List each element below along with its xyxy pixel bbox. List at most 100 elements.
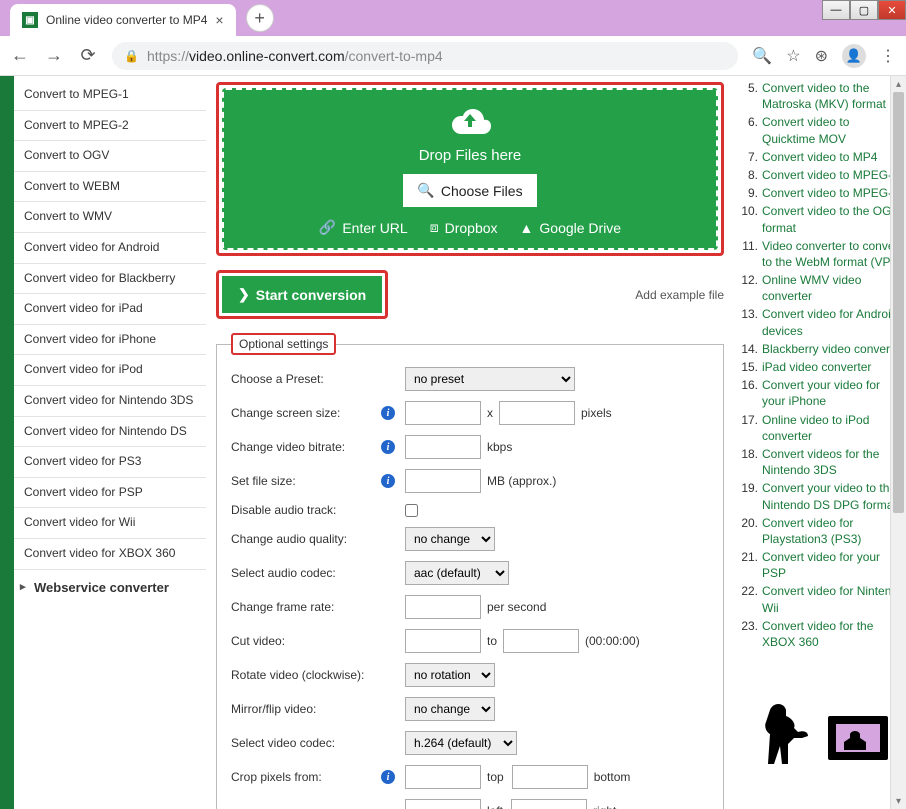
- scroll-up-icon[interactable]: ▴: [891, 76, 906, 92]
- main-content: Drop Files here 🔍 Choose Files 🔗Enter UR…: [206, 76, 734, 809]
- related-link[interactable]: Convert video to MP4: [762, 149, 877, 165]
- related-link-item: 15.iPad video converter: [740, 359, 906, 375]
- related-link-item: 19.Convert your video to the Nintendo DS…: [740, 480, 906, 512]
- related-link[interactable]: Convert video to MPEG-1: [762, 167, 899, 183]
- sidebar-item[interactable]: Convert video for Nintendo 3DS: [14, 386, 206, 417]
- bitrate-input[interactable]: [405, 435, 481, 459]
- related-link[interactable]: Convert video for the XBOX 360: [762, 618, 906, 650]
- info-icon[interactable]: i: [381, 406, 395, 420]
- sidebar-item[interactable]: Convert to MPEG-2: [14, 111, 206, 142]
- filesize-input[interactable]: [405, 469, 481, 493]
- related-link[interactable]: Convert videos for the Nintendo 3DS: [762, 446, 906, 478]
- google-drive-link[interactable]: ▲Google Drive: [520, 219, 622, 236]
- menu-icon[interactable]: ⋮: [880, 46, 896, 66]
- video-codec-select[interactable]: h.264 (default): [405, 731, 517, 755]
- info-icon[interactable]: i: [381, 440, 395, 454]
- related-link-item: 23.Convert video for the XBOX 360: [740, 618, 906, 650]
- scrollbar-thumb[interactable]: [893, 92, 904, 513]
- sidebar-item[interactable]: Convert video for PSP: [14, 478, 206, 509]
- height-input[interactable]: [499, 401, 575, 425]
- cut-to-input[interactable]: [503, 629, 579, 653]
- sidebar-item[interactable]: Convert video for XBOX 360: [14, 539, 206, 570]
- related-link[interactable]: Blackberry video converter: [762, 341, 904, 357]
- extension-icon[interactable]: ⊛: [815, 46, 828, 66]
- disable-audio-checkbox[interactable]: [405, 504, 418, 517]
- related-link[interactable]: Convert video to MPEG-2: [762, 185, 899, 201]
- sidebar-item[interactable]: Convert video for iPhone: [14, 325, 206, 356]
- sidebar-item[interactable]: Convert video for Blackberry: [14, 264, 206, 295]
- related-link[interactable]: Convert your video for your iPhone: [762, 377, 906, 409]
- start-conversion-button[interactable]: ❯ Start conversion: [222, 276, 382, 313]
- scrollbar[interactable]: ▴ ▾: [890, 76, 906, 809]
- related-link[interactable]: Convert your video to the Nintendo DS DP…: [762, 480, 906, 512]
- cut-label: Cut video:: [231, 634, 381, 648]
- forward-button[interactable]: →: [44, 45, 64, 66]
- mirror-select[interactable]: no change: [405, 697, 495, 721]
- sidebar-item[interactable]: Convert video for Nintendo DS: [14, 417, 206, 448]
- related-link[interactable]: Convert video for Android devices: [762, 306, 906, 338]
- minimize-button[interactable]: —: [822, 0, 850, 20]
- related-link[interactable]: Convert video for Nintendo Wii: [762, 583, 906, 615]
- preset-select[interactable]: no preset: [405, 367, 575, 391]
- related-link-item: 8.Convert video to MPEG-1: [740, 167, 906, 183]
- related-link[interactable]: Convert video to Quicktime MOV: [762, 114, 906, 146]
- maximize-button[interactable]: ▢: [850, 0, 878, 20]
- sidebar-item[interactable]: Convert video for PS3: [14, 447, 206, 478]
- dropbox-link[interactable]: ⧈Dropbox: [430, 219, 498, 236]
- related-link[interactable]: Convert video to the OGV format: [762, 203, 906, 235]
- size-unit: pixels: [581, 406, 612, 420]
- window-controls: — ▢ ✕: [822, 0, 906, 20]
- sidebar-item[interactable]: Convert to MPEG-1: [14, 80, 206, 111]
- reload-button[interactable]: ⟳: [78, 45, 98, 66]
- file-dropzone[interactable]: Drop Files here 🔍 Choose Files 🔗Enter UR…: [222, 88, 718, 250]
- screen-size-label: Change screen size:: [231, 406, 381, 420]
- scroll-down-icon[interactable]: ▾: [891, 793, 906, 809]
- back-button[interactable]: ←: [10, 45, 30, 66]
- audio-codec-select[interactable]: aac (default): [405, 561, 509, 585]
- url-text: https://video.online-convert.com/convert…: [147, 48, 443, 64]
- crop-top-input[interactable]: [405, 765, 481, 789]
- audio-quality-select[interactable]: no change: [405, 527, 495, 551]
- lock-icon: 🔒: [124, 49, 139, 63]
- browser-tab[interactable]: ▣ Online video converter to MP4 ×: [10, 4, 236, 36]
- crop-left-input[interactable]: [405, 799, 481, 809]
- sidebar-item[interactable]: Convert video for Android: [14, 233, 206, 264]
- related-link-item: 20.Convert video for Playstation3 (PS3): [740, 515, 906, 547]
- tab-close-icon[interactable]: ×: [215, 12, 223, 28]
- related-link[interactable]: Online video to iPod converter: [762, 412, 906, 444]
- width-input[interactable]: [405, 401, 481, 425]
- choose-files-button[interactable]: 🔍 Choose Files: [403, 174, 536, 207]
- right-column: 5.Convert video to the Matroska (MKV) fo…: [734, 76, 906, 809]
- related-link[interactable]: iPad video converter: [762, 359, 871, 375]
- close-button[interactable]: ✕: [878, 0, 906, 20]
- sidebar-item[interactable]: Convert to OGV: [14, 141, 206, 172]
- sidebar-item[interactable]: Convert video for Wii: [14, 508, 206, 539]
- sidebar-webservice[interactable]: Webservice converter: [14, 570, 206, 605]
- related-link-item: 16.Convert your video for your iPhone: [740, 377, 906, 409]
- crop-bottom-input[interactable]: [512, 765, 588, 789]
- related-link[interactable]: Convert video for Playstation3 (PS3): [762, 515, 906, 547]
- url-input[interactable]: 🔒 https://video.online-convert.com/conve…: [112, 42, 738, 70]
- info-icon[interactable]: i: [381, 474, 395, 488]
- enter-url-link[interactable]: 🔗Enter URL: [319, 219, 408, 236]
- related-link-item: 7.Convert video to MP4: [740, 149, 906, 165]
- related-link[interactable]: Convert video to the Matroska (MKV) form…: [762, 80, 906, 112]
- related-link[interactable]: Convert video for your PSP: [762, 549, 906, 581]
- star-icon[interactable]: ☆: [786, 46, 800, 66]
- related-link[interactable]: Online WMV video converter: [762, 272, 906, 304]
- crop-right-input[interactable]: [511, 799, 587, 809]
- rotate-select[interactable]: no rotation: [405, 663, 495, 687]
- info-icon[interactable]: i: [381, 770, 395, 784]
- cut-from-input[interactable]: [405, 629, 481, 653]
- sidebar-item[interactable]: Convert to WEBM: [14, 172, 206, 203]
- related-link-item: 14.Blackberry video converter: [740, 341, 906, 357]
- sidebar-item[interactable]: Convert to WMV: [14, 202, 206, 233]
- add-example-file-link[interactable]: Add example file: [635, 288, 724, 302]
- framerate-input[interactable]: [405, 595, 481, 619]
- search-icon[interactable]: 🔍: [752, 46, 772, 66]
- sidebar-item[interactable]: Convert video for iPad: [14, 294, 206, 325]
- related-link[interactable]: Video converter to convert to the WebM f…: [762, 238, 906, 270]
- avatar-icon[interactable]: 👤: [842, 44, 866, 68]
- sidebar-item[interactable]: Convert video for iPod: [14, 355, 206, 386]
- new-tab-button[interactable]: +: [246, 4, 274, 32]
